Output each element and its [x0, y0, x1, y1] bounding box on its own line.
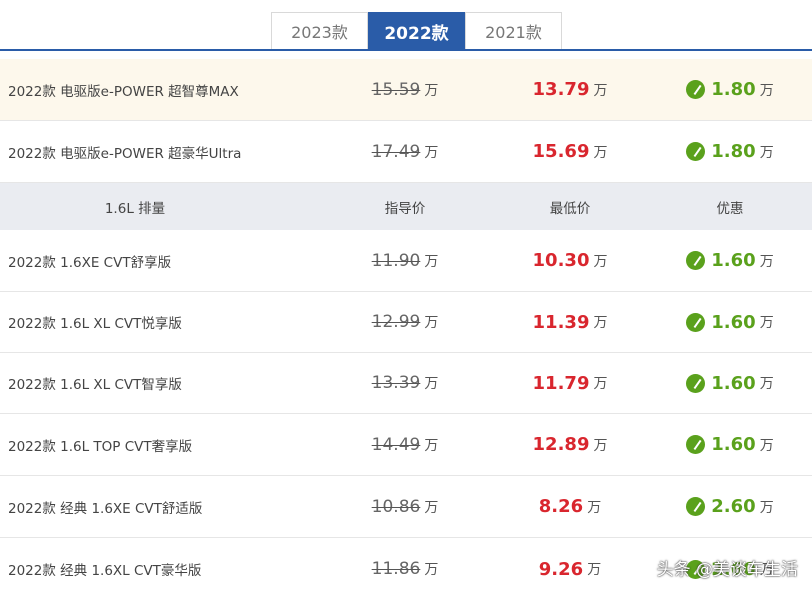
tab-2023[interactable]: 2023款	[271, 12, 368, 49]
discount: 1.60 万	[660, 414, 800, 475]
lowest-price: 13.79 万	[532, 79, 608, 100]
table-row[interactable]: 2022款 电驱版e-POWER 超智尊MAX 15.59 万 13.79 万 1.…	[0, 59, 812, 121]
lowest-price: 10.30 万	[532, 250, 608, 271]
discount: 2.60 万	[660, 476, 800, 537]
discount-icon	[686, 312, 706, 332]
tab-2022[interactable]: 2022款	[368, 12, 465, 49]
lowest-price: 12.89 万	[532, 434, 608, 455]
table-row[interactable]: 2022款 1.6XE CVT舒享版 11.90 万 10.30 万 1.60 万	[0, 230, 812, 292]
lowest-price-header: 最低价	[549, 200, 591, 217]
discount-icon	[686, 373, 706, 393]
table-row[interactable]: 2022款 1.6L XL CVT悦享版 12.99 万 11.39 万 1.60 万	[0, 292, 812, 353]
table-row[interactable]: 2022款 电驱版e-POWER 超豪华Ultra 17.49 万 15.69 万 …	[0, 121, 812, 183]
guide-price: 12.99 万	[371, 312, 439, 332]
discount-icon	[686, 435, 706, 454]
discount: 1.80 万	[660, 121, 800, 182]
trim-name: 2022款 1.6L XL CVT悦享版	[8, 316, 182, 332]
tab-2021[interactable]: 2021款	[465, 12, 562, 49]
table-row[interactable]: 2022款 经典 1.6XE CVT舒适版 10.86 万 8.26 万 2.60 万	[0, 476, 812, 538]
trim-name: 2022款 1.6L XL CVT智享版	[8, 377, 182, 393]
table-row[interactable]: 2022款 1.6L XL CVT智享版 13.39 万 11.79 万 1.60 万	[0, 353, 812, 414]
trim-name: 2022款 1.6XE CVT舒享版	[8, 254, 172, 271]
displacement-header: 1.6L 排量	[104, 200, 166, 217]
trim-name: 2022款 电驱版e-POWER 超豪华Ultra	[8, 145, 242, 162]
trim-name: 2022款 经典 1.6XE CVT舒适版	[8, 500, 203, 517]
discount-icon	[686, 80, 706, 99]
guide-price: 10.86 万	[371, 496, 439, 517]
discount: 1.60 万	[660, 353, 800, 413]
guide-price: 11.90 万	[371, 250, 439, 271]
discount-icon	[686, 251, 706, 270]
guide-price: 11.86 万	[371, 559, 439, 579]
model-year-tabs: 2023款 2022款 2021款	[0, 0, 812, 51]
section-header: 1.6L 排量 指导价 最低价 优惠	[0, 183, 812, 230]
lowest-price: 11.39 万	[532, 311, 608, 333]
discount-header: 优惠	[716, 200, 744, 217]
discount-icon	[686, 497, 706, 516]
trim-name: 2022款 电驱版e-POWER 超智尊MAX	[8, 83, 239, 100]
trim-name: 2022款 1.6L TOP CVT奢享版	[8, 438, 193, 455]
tab-underline	[0, 49, 812, 51]
guide-price: 14.49 万	[371, 434, 439, 455]
lowest-price: 15.69 万	[532, 141, 608, 162]
guide-price: 13.39 万	[371, 373, 439, 393]
discount: 1.60 万	[660, 230, 800, 291]
watermark: 头条 @美谈车生活	[656, 559, 798, 580]
guide-price-header: 指导价	[384, 200, 426, 217]
discount-icon	[686, 142, 706, 161]
lowest-price: 9.26 万	[538, 558, 602, 580]
guide-price: 17.49 万	[371, 141, 439, 162]
lowest-price: 8.26 万	[538, 496, 602, 517]
discount: 1.80 万	[660, 59, 800, 120]
discount: 1.60 万	[660, 292, 800, 352]
table-row[interactable]: 2022款 1.6L TOP CVT奢享版 14.49 万 12.89 万 1.60…	[0, 414, 812, 476]
guide-price: 15.59 万	[371, 79, 439, 100]
lowest-price: 11.79 万	[532, 372, 608, 394]
trim-name: 2022款 经典 1.6XL CVT豪华版	[8, 563, 202, 579]
